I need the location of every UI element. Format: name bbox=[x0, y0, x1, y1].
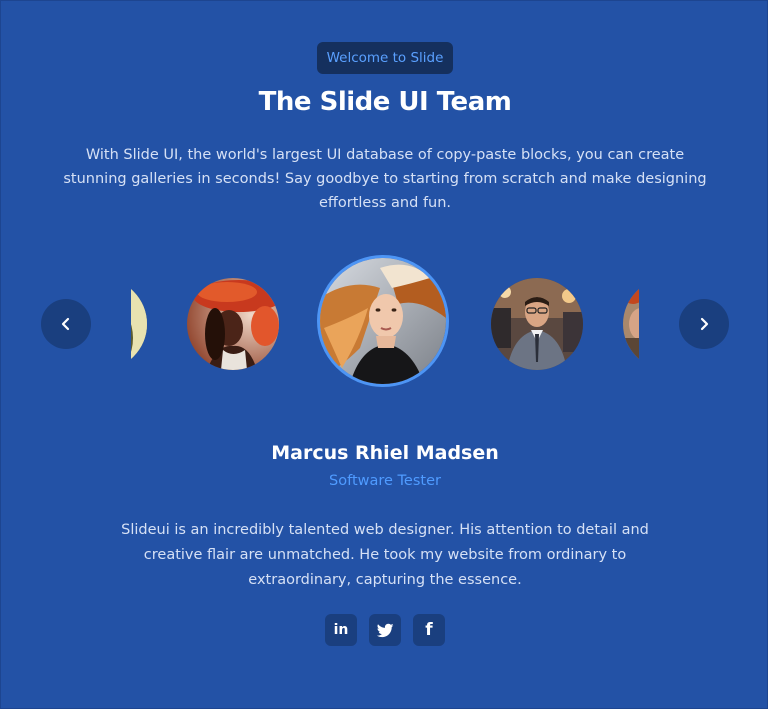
team-avatar[interactable] bbox=[131, 278, 147, 370]
team-avatar[interactable] bbox=[187, 278, 279, 370]
linkedin-icon: in bbox=[333, 622, 349, 638]
welcome-badge: Welcome to Slide bbox=[317, 42, 453, 74]
carousel-track bbox=[131, 251, 639, 401]
carousel-next-button[interactable] bbox=[679, 299, 729, 349]
page-title: The Slide UI Team bbox=[258, 87, 512, 117]
facebook-button[interactable]: f bbox=[413, 614, 445, 646]
chevron-right-icon bbox=[700, 317, 709, 331]
chevron-left-icon bbox=[61, 317, 70, 331]
team-carousel bbox=[1, 251, 768, 401]
intro-text: With Slide UI, the world's largest UI da… bbox=[63, 147, 707, 211]
twitter-icon bbox=[376, 623, 394, 638]
portrait-image bbox=[187, 278, 279, 370]
portrait-image bbox=[491, 278, 583, 370]
member-bio: Slideui is an incredibly talented web de… bbox=[121, 522, 649, 588]
twitter-button[interactable] bbox=[369, 614, 401, 646]
facebook-icon: f bbox=[425, 620, 433, 640]
team-avatar-active[interactable] bbox=[317, 255, 449, 387]
team-avatar[interactable] bbox=[623, 278, 639, 370]
carousel-prev-button[interactable] bbox=[41, 299, 91, 349]
portrait-image bbox=[623, 278, 639, 370]
portrait-image bbox=[131, 278, 147, 370]
linkedin-button[interactable]: in bbox=[325, 614, 357, 646]
member-role: Software Tester bbox=[329, 473, 441, 489]
portrait-image bbox=[320, 258, 446, 384]
team-section: Welcome to Slide The Slide UI Team With … bbox=[0, 0, 768, 709]
member-name: Marcus Rhiel Madsen bbox=[271, 442, 499, 464]
team-avatar[interactable] bbox=[491, 278, 583, 370]
